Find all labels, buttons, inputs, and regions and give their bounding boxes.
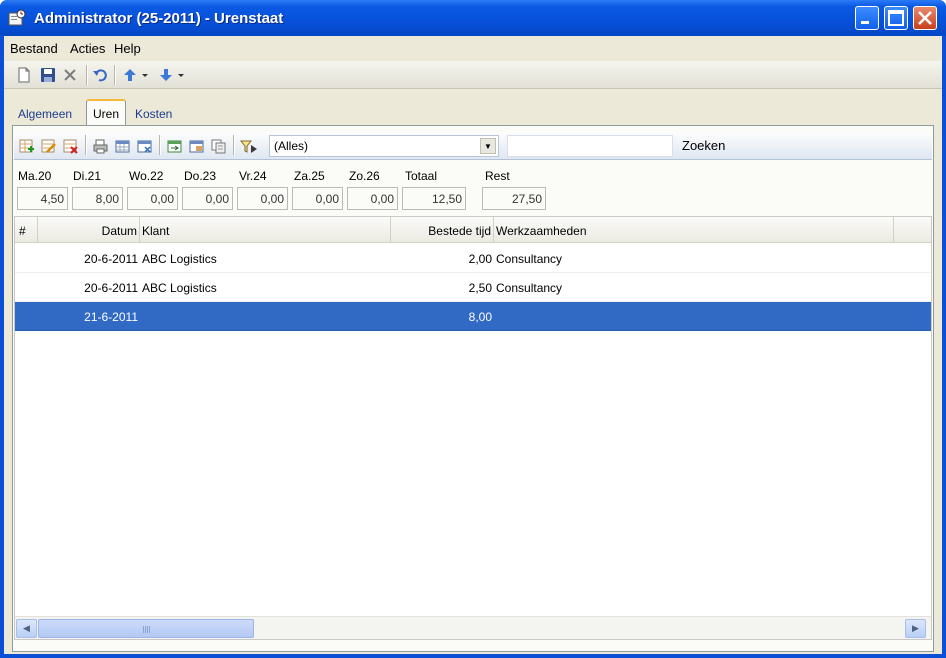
day-value: 0,00 (237, 187, 288, 210)
cell-werkzaamheden: Consultancy (496, 281, 563, 295)
day-label: Wo.22 (129, 169, 164, 183)
table-row[interactable]: 20-6-2011 ABC Logistics 2,00 Consultancy (15, 244, 931, 273)
chevron-down-icon[interactable] (140, 67, 150, 83)
tab-kosten[interactable]: Kosten (129, 103, 178, 125)
scroll-left-button[interactable]: ◀ (16, 619, 37, 638)
menu-acties[interactable]: Acties (70, 41, 105, 56)
day-value: 27,50 (482, 187, 546, 210)
window-title: Administrator (25-2011) - Urenstaat (34, 10, 284, 27)
hours-grid: # Datum Klant Bestede tijd Werkzaamheden… (14, 216, 932, 640)
day-label: Totaal (405, 169, 438, 183)
cell-klant: ABC Logistics (142, 281, 217, 295)
day-label: Vr.24 (239, 169, 267, 183)
toolbar-separator (114, 65, 115, 85)
scroll-thumb[interactable] (38, 619, 254, 638)
menu-help[interactable]: Help (114, 41, 141, 56)
columns-icon[interactable] (189, 139, 204, 154)
toolbar-separator (233, 135, 234, 155)
day-label: Zo.26 (349, 169, 380, 183)
day-label: Di.21 (73, 169, 102, 183)
uren-panel: (Alles) ▼ Zoeken Ma.20 4,50 Di.21 8,00 Wo.22… (12, 125, 934, 652)
chevron-down-icon[interactable]: ▼ (480, 138, 496, 154)
app-icon (8, 9, 26, 26)
day-label: Do.23 (184, 169, 217, 183)
day-value: 0,00 (182, 187, 233, 210)
filter-dropdown[interactable]: (Alles) ▼ (269, 135, 499, 157)
table-row[interactable]: 20-6-2011 ABC Logistics 2,50 Consultancy (15, 273, 931, 302)
day-value: 12,50 (402, 187, 466, 210)
tab-control: Algemeen Uren Kosten (Alles) ▼ Zoeken Ma… (4, 89, 942, 654)
delete-icon[interactable] (62, 67, 78, 83)
title-bar[interactable]: Administrator (25-2011) - Urenstaat (0, 0, 946, 36)
day-value: 8,00 (72, 187, 123, 210)
grid-header: # Datum Klant Bestede tijd Werkzaamheden (15, 217, 931, 243)
app-window: Administrator (25-2011) - Urenstaat Best… (0, 0, 946, 658)
day-value: 4,50 (17, 187, 68, 210)
arrow-down-icon[interactable] (158, 67, 174, 83)
new-icon[interactable] (16, 67, 32, 83)
cell-datum: 20-6-2011 (84, 281, 138, 295)
grip-icon (143, 626, 151, 633)
col-klant-header[interactable]: Klant (140, 217, 391, 243)
menu-bar: Bestand Acties Help (4, 36, 942, 60)
minimize-icon (861, 21, 869, 24)
cell-tijd: 2,50 (468, 281, 492, 295)
day-value: 0,00 (127, 187, 178, 210)
day-value: 0,00 (347, 187, 398, 210)
delete-row-icon[interactable] (63, 139, 78, 154)
table-remove-icon[interactable] (137, 139, 152, 154)
edit-row-icon[interactable] (41, 139, 56, 154)
cell-werkzaamheden: Consultancy (496, 252, 563, 266)
toolbar-separator (86, 65, 87, 85)
toolbar-separator (85, 135, 86, 155)
scroll-right-button[interactable]: ▶ (905, 619, 926, 638)
chevron-down-icon[interactable] (176, 67, 186, 83)
close-button[interactable] (913, 6, 937, 30)
col-datum-header[interactable]: Datum (38, 217, 140, 243)
menu-bestand[interactable]: Bestand (10, 41, 58, 56)
add-row-icon[interactable] (19, 139, 34, 154)
maximize-button[interactable] (884, 6, 908, 30)
col-werk-header[interactable]: Werkzaamheden (494, 217, 894, 243)
filter-value: (Alles) (274, 139, 309, 153)
tab-algemeen[interactable]: Algemeen (12, 103, 78, 125)
day-label: Ma.20 (18, 169, 52, 183)
day-value: 0,00 (292, 187, 343, 210)
grid-toolbar: (Alles) ▼ Zoeken (14, 132, 932, 160)
tab-uren[interactable]: Uren (86, 99, 127, 126)
save-icon[interactable] (40, 67, 56, 83)
col-index-header[interactable]: # (15, 217, 38, 243)
cell-datum: 21-6-2011 (84, 310, 138, 324)
minimize-button[interactable] (855, 6, 879, 30)
close-icon (918, 11, 932, 25)
undo-icon[interactable] (92, 67, 108, 83)
day-label: Za.25 (294, 169, 325, 183)
day-label: Rest (485, 169, 510, 183)
cell-tijd: 2,00 (468, 252, 492, 266)
horizontal-scrollbar[interactable]: ◀ ▶ (15, 616, 931, 639)
table-view-icon[interactable] (115, 139, 130, 154)
toolbar-separator (159, 135, 160, 155)
filter-icon[interactable] (240, 139, 258, 154)
print-icon[interactable] (93, 139, 108, 154)
copy-icon[interactable] (211, 139, 226, 154)
maximize-icon (888, 10, 904, 26)
cell-datum: 20-6-2011 (84, 252, 138, 266)
arrow-up-icon[interactable] (122, 67, 138, 83)
table-row[interactable]: 21-6-2011 8,00 (15, 302, 931, 331)
main-toolbar (4, 61, 942, 89)
cell-tijd: 8,00 (468, 310, 492, 324)
search-button[interactable]: Zoeken (682, 138, 725, 153)
export-icon[interactable] (167, 139, 182, 154)
search-input[interactable] (507, 135, 673, 157)
col-tijd-header[interactable]: Bestede tijd (391, 217, 494, 243)
client-area: Bestand Acties Help Algemeen Uren Kosten… (4, 36, 942, 654)
cell-klant: ABC Logistics (142, 252, 217, 266)
